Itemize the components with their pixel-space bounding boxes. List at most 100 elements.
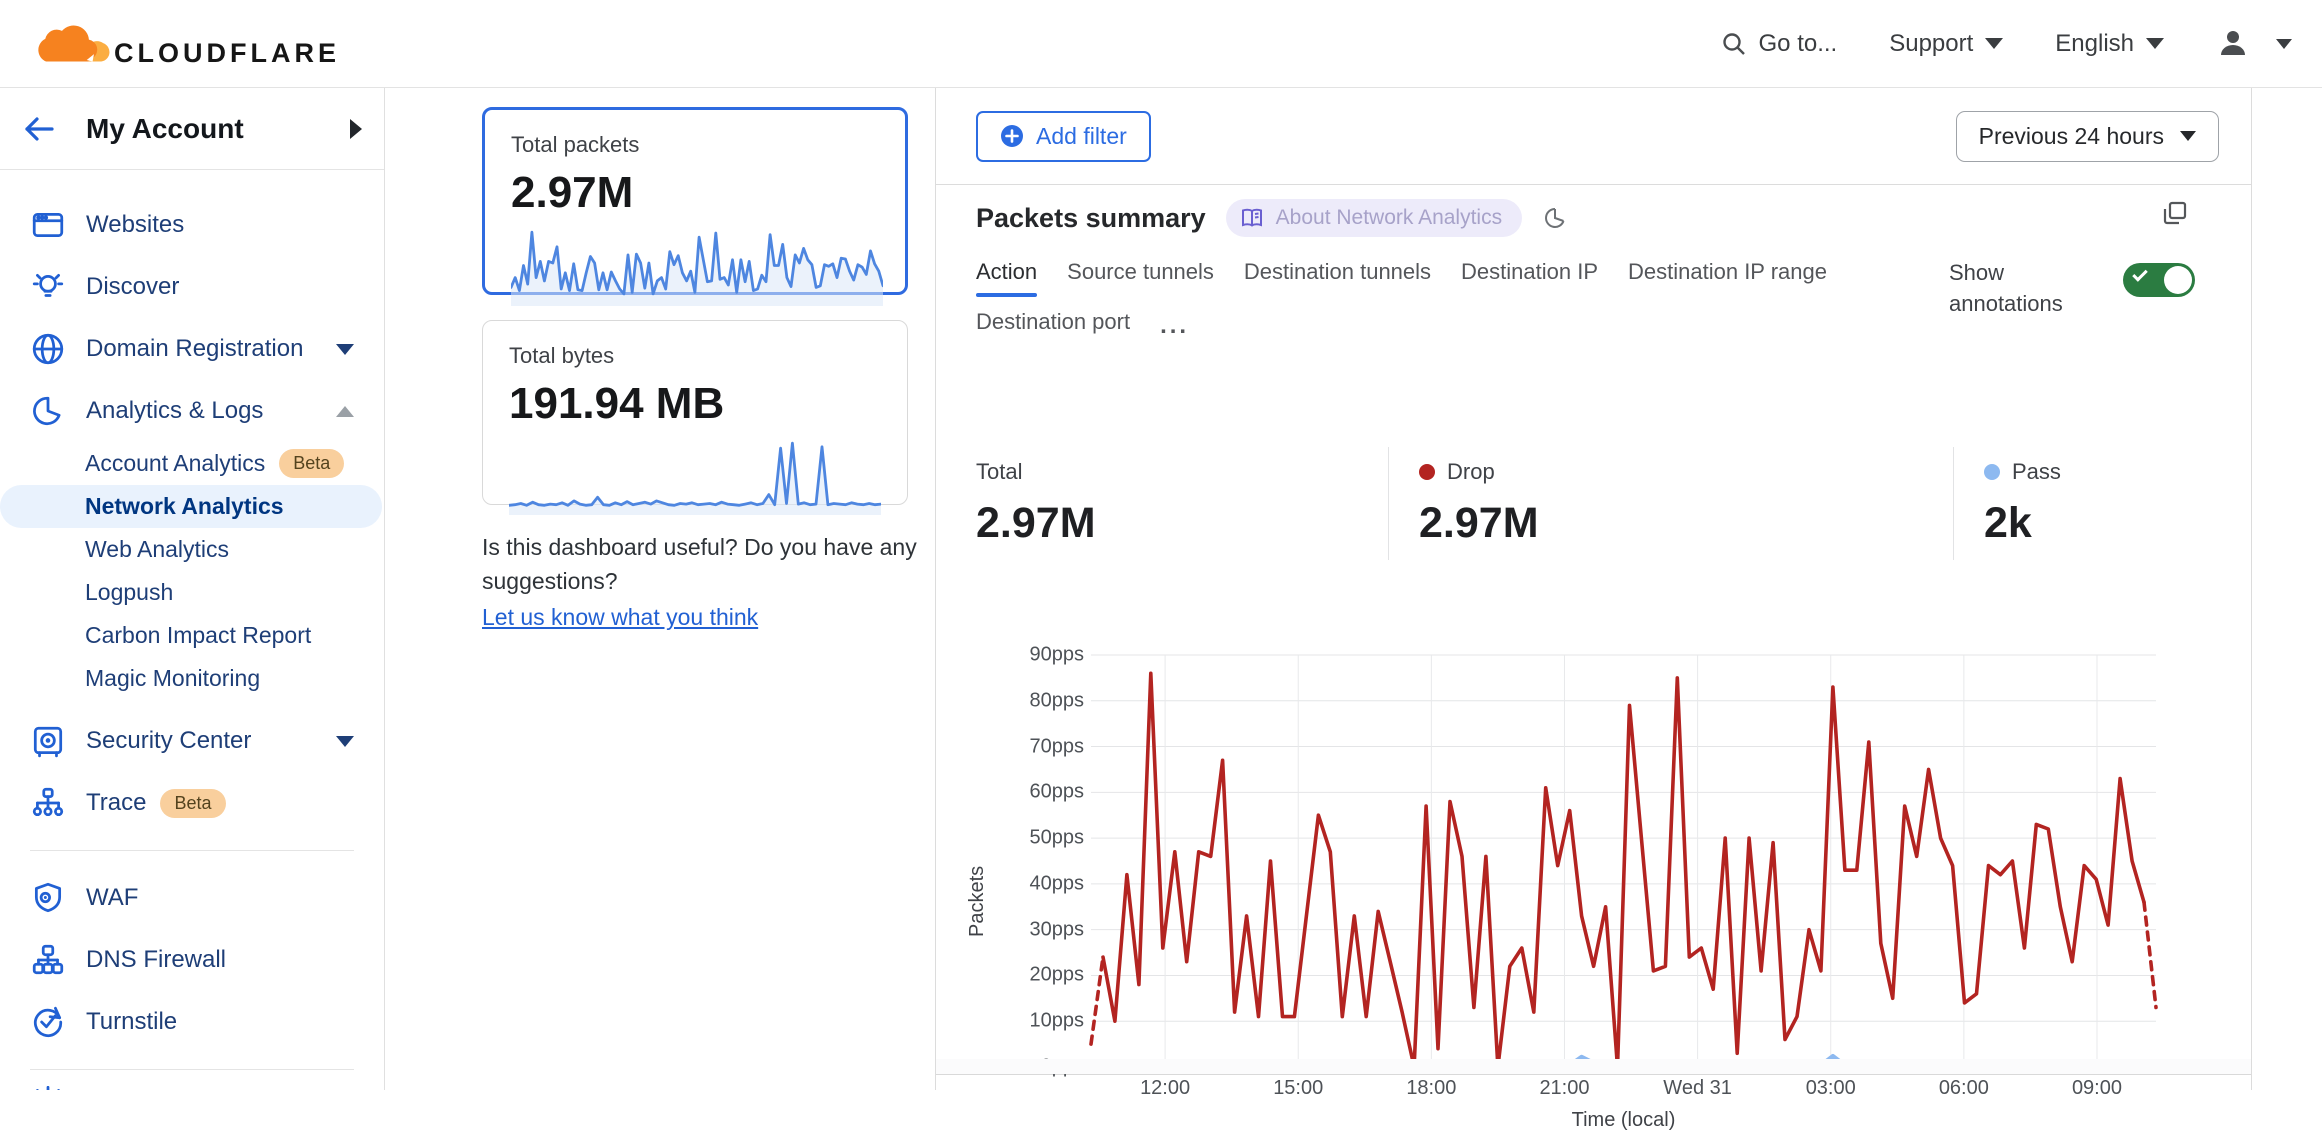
safe-icon <box>30 723 66 759</box>
sidebar: My Account Websites Discover <box>0 88 385 1090</box>
show-annotations-control: Show annotations <box>1949 257 2195 319</box>
total-bytes-sparkline <box>509 435 881 515</box>
sidebar-item-label: WAF <box>86 884 138 912</box>
user-icon <box>2216 27 2250 61</box>
time-range-dropdown[interactable]: Previous 24 hours <box>1956 111 2219 162</box>
chevron-up-icon <box>336 406 354 417</box>
sidebar-item-account-analytics[interactable]: Account Analytics Beta <box>0 442 384 485</box>
globe-icon <box>30 331 66 367</box>
tab-action[interactable]: Action <box>976 251 1037 301</box>
total-bytes-card[interactable]: Total bytes 191.94 MB <box>482 320 908 505</box>
sidebar-item-label: DNS Firewall <box>86 946 226 974</box>
y-axis-ticks: 0pps10pps20pps30pps40pps50pps60pps70pps8… <box>996 655 1084 1067</box>
tab-destination-tunnels[interactable]: Destination tunnels <box>1244 251 1431 301</box>
goto-search[interactable]: Go to... <box>1721 30 1838 58</box>
feedback-block: Is this dashboard useful? Do you have an… <box>482 530 962 634</box>
sidebar-item-discover[interactable]: Discover <box>0 256 384 318</box>
stat-drop[interactable]: Drop 2.97M <box>1388 447 1953 560</box>
sidebar-item-label: Websites <box>86 211 184 239</box>
user-menu[interactable] <box>2216 27 2292 61</box>
feedback-question: Is this dashboard useful? Do you have an… <box>482 530 962 598</box>
chevron-down-icon <box>336 736 354 747</box>
chevron-right-icon[interactable] <box>350 119 362 139</box>
sidebar-item-label: Discover <box>86 273 179 301</box>
packets-timeseries-chart: Packets 0pps10pps20pps30pps40pps50pps60p… <box>936 637 2251 1067</box>
tab-source-tunnels[interactable]: Source tunnels <box>1067 251 1214 301</box>
cloudflare-wordmark: CLOUDFLARE <box>114 40 340 71</box>
sidebar-item-magic-monitoring[interactable]: Magic Monitoring <box>0 657 384 700</box>
beta-badge: Beta <box>160 789 225 818</box>
data-window-pie-icon[interactable] <box>1542 205 1568 231</box>
sidebar-item-label: Domain Registration <box>86 335 303 363</box>
sidebar-item-websites[interactable]: Websites <box>0 194 384 256</box>
sidebar-item-network-analytics[interactable]: Network Analytics <box>0 485 382 528</box>
sidebar-item-partial[interactable] <box>0 1086 384 1090</box>
analytics-panel: Add filter Previous 24 hours Packets sum… <box>935 88 2252 1090</box>
sidebar-item-analytics-logs[interactable]: Analytics & Logs <box>0 380 384 442</box>
tab-destination-ip-range[interactable]: Destination IP range <box>1628 251 1827 301</box>
sidebar-item-label: Trace <box>86 789 146 817</box>
lightbulb-icon <box>30 269 66 305</box>
support-label: Support <box>1889 30 1973 58</box>
sidebar-item-label: Analytics & Logs <box>86 397 263 425</box>
sidebar-item-waf[interactable]: WAF <box>0 867 384 929</box>
chevron-down-icon <box>2146 38 2164 49</box>
shield-gear-icon <box>30 880 66 916</box>
chevron-down-icon <box>336 344 354 355</box>
sidebar-item-security-center[interactable]: Security Center <box>0 710 384 772</box>
check-icon <box>2132 266 2148 282</box>
search-icon <box>1721 31 1747 57</box>
sidebar-item-turnstile[interactable]: Turnstile <box>0 991 384 1053</box>
x-axis-title: Time (local) <box>1091 1109 2156 1132</box>
annotations-toggle[interactable] <box>2123 263 2195 297</box>
browser-icon <box>30 207 66 243</box>
add-filter-button[interactable]: Add filter <box>976 111 1151 162</box>
section-title: Packets summary <box>976 203 1206 234</box>
feedback-link[interactable]: Let us know what you think <box>482 604 758 630</box>
card-title: Total bytes <box>509 343 881 369</box>
goto-label: Go to... <box>1759 30 1838 58</box>
cloudflare-logo[interactable]: CLOUDFLARE <box>30 17 340 71</box>
about-network-analytics-badge[interactable]: About Network Analytics <box>1226 199 1522 237</box>
total-packets-card[interactable]: Total packets 2.97M <box>482 107 908 295</box>
sidebar-nav: Websites Discover Domain Registration <box>0 170 384 1090</box>
sidebar-item-carbon-impact-report[interactable]: Carbon Impact Report <box>0 614 384 657</box>
tab-destination-port[interactable]: Destination port <box>976 301 1130 355</box>
account-header: My Account <box>0 88 384 170</box>
expand-panel-icon[interactable] <box>2161 199 2189 227</box>
total-packets-sparkline <box>511 224 883 306</box>
sidebar-item-logpush[interactable]: Logpush <box>0 571 384 614</box>
x-axis-ticks: 12:0015:0018:0021:00Wed 3103:0006:0009:0… <box>1091 1077 2156 1103</box>
y-axis-title: Packets <box>966 866 989 937</box>
pass-legend-dot <box>1984 464 2000 480</box>
sidebar-item-domain-registration[interactable]: Domain Registration <box>0 318 384 380</box>
stat-pass[interactable]: Pass 2k <box>1953 447 2195 560</box>
back-arrow-icon[interactable] <box>22 115 56 143</box>
circular-check-icon <box>30 1004 66 1040</box>
burst-icon <box>30 1086 66 1090</box>
card-title: Total packets <box>511 132 879 158</box>
sidebar-item-trace[interactable]: Trace Beta <box>0 772 384 834</box>
chevron-down-icon <box>2276 39 2292 49</box>
sidebar-item-web-analytics[interactable]: Web Analytics <box>0 528 384 571</box>
packets-summary-section: Packets summary About Network Analytics <box>936 185 2251 1075</box>
sidebar-item-dns-firewall[interactable]: DNS Firewall <box>0 929 384 991</box>
tab-destination-ip[interactable]: Destination IP <box>1461 251 1598 301</box>
tabs-overflow-button[interactable]: ... <box>1160 301 1189 355</box>
filter-bar: Add filter Previous 24 hours <box>936 88 2251 185</box>
account-title: My Account <box>86 113 244 145</box>
sidebar-item-label: Turnstile <box>86 1008 177 1036</box>
chevron-down-icon <box>1985 38 2003 49</box>
dns-tree-icon <box>30 942 66 978</box>
support-menu[interactable]: Support <box>1889 30 2003 58</box>
sidebar-divider <box>30 850 354 851</box>
breakdown-tabs: Action Source tunnels Destination tunnel… <box>976 251 1856 355</box>
language-menu[interactable]: English <box>2055 30 2164 58</box>
next-section-top <box>936 1059 2251 1074</box>
beta-badge: Beta <box>279 449 344 478</box>
cloudflare-cloud-icon <box>30 17 110 71</box>
pie-chart-icon <box>30 393 66 429</box>
series-stats: Total 2.97M Drop 2.97M Pass 2k <box>976 447 2195 560</box>
top-header: CLOUDFLARE Go to... Support English <box>0 0 2322 88</box>
plot-area <box>1091 655 2156 1067</box>
